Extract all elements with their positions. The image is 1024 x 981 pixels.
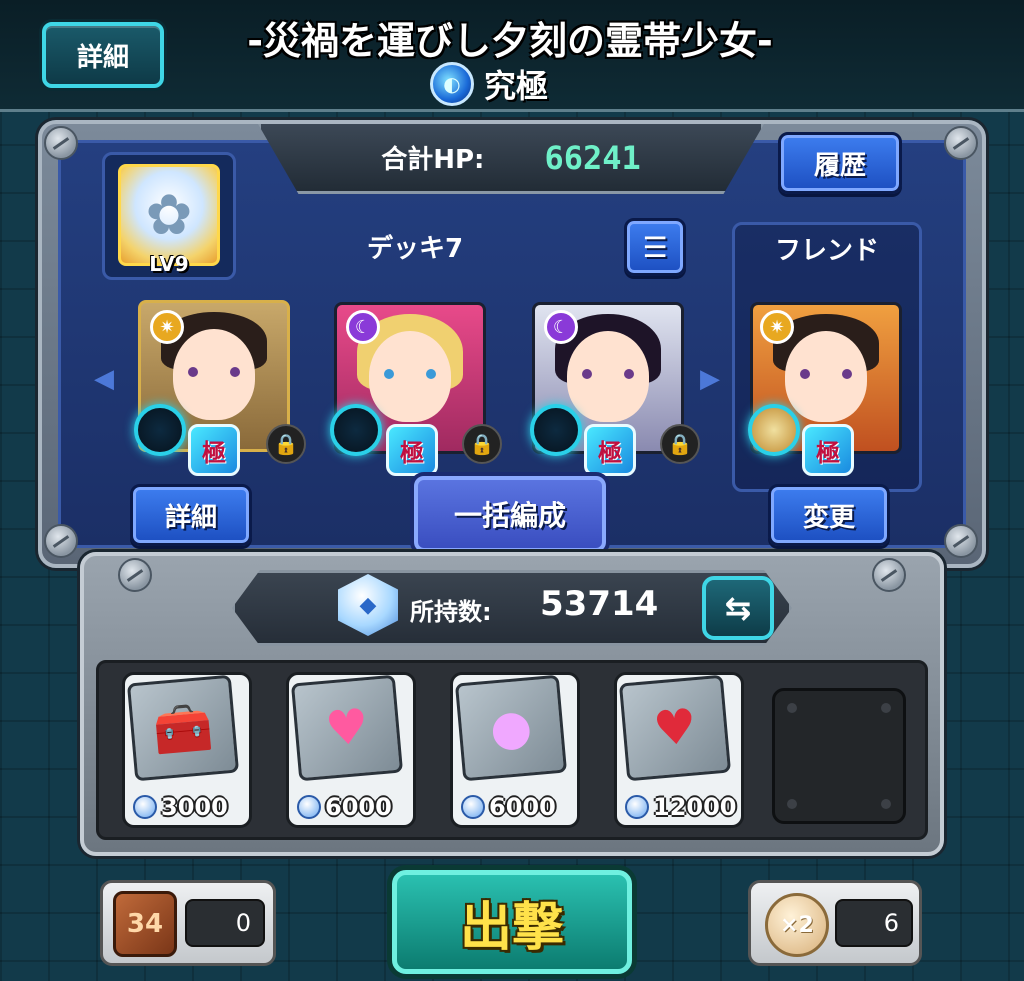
total-hp-bar: 合計HP: 66241 [258, 124, 764, 194]
total-hp-label: 合計HP: [381, 145, 485, 175]
arrow-right-icon[interactable]: ▶ [700, 364, 720, 394]
crystal-icon [297, 795, 321, 819]
item-slot-2[interactable]: ♥ 6000 [286, 672, 416, 828]
light-element-icon: ✷ [760, 310, 794, 344]
item-slot-1[interactable]: 🧰 3000 [122, 672, 252, 828]
screw-icon [44, 126, 78, 160]
dice-counter[interactable]: 34 0 [100, 880, 276, 966]
character-eyes [383, 369, 437, 381]
friend-change-button[interactable]: 変更 [768, 484, 890, 546]
crystal-icon [133, 795, 157, 819]
member-detail-button[interactable]: 詳細 [130, 484, 252, 546]
item-cost-value: 3000 [161, 793, 228, 821]
item-cost: 12000 [625, 791, 739, 823]
lock-icon: 🔒 [462, 424, 502, 464]
bulk-edit-button[interactable]: 一括編成 [414, 476, 606, 552]
quest-detail-button[interactable]: 詳細 [42, 22, 164, 88]
item-cost: 6000 [461, 791, 575, 823]
character-eyes [799, 369, 853, 381]
lock-icon: 🔒 [266, 424, 306, 464]
water-element-icon: ◐ [430, 62, 474, 106]
character-eyes [187, 367, 241, 379]
coin-icon: ×2 [765, 893, 829, 957]
screw-icon [44, 524, 78, 558]
character-eyes [581, 369, 635, 381]
sortie-button[interactable]: 出撃 [392, 870, 632, 974]
lock-icon: 🔒 [660, 424, 700, 464]
kiwame-badge: 極 [802, 424, 854, 476]
difficulty-label: 究極 [484, 67, 549, 105]
soul-orb-icon [530, 404, 582, 456]
strawberry-heart-icon: ♥ [618, 674, 732, 782]
dice-count: 0 [185, 899, 265, 947]
soul-orb-icon [134, 404, 186, 456]
swap-icon[interactable]: ⇆ [702, 576, 774, 640]
light-element-icon: ✷ [150, 310, 184, 344]
soul-orb-icon [330, 404, 382, 456]
heart-plus-icon: ♥ [290, 674, 404, 782]
dark-element-icon: ☾ [544, 310, 578, 344]
empty-item-slot [772, 688, 906, 824]
history-button[interactable]: 履歴 [778, 132, 902, 194]
glowing-orb-icon: ● [454, 674, 568, 782]
dice-icon: 34 [113, 891, 177, 957]
difficulty-indicator: ◐ 究極 [430, 62, 548, 106]
screw-icon [118, 558, 152, 592]
kiwame-badge: 極 [584, 424, 636, 476]
friend-label: フレンド [774, 236, 879, 266]
owned-value: 53714 [540, 584, 659, 624]
item-cost-value: 12000 [653, 793, 737, 821]
leader-avatar[interactable]: ✿ [118, 164, 220, 266]
treasure-chest-icon: 🧰 [126, 674, 240, 782]
item-cost-value: 6000 [325, 793, 392, 821]
quest-title: -災禍を運びし夕刻の霊帯少女- [247, 19, 773, 63]
crystal-icon [461, 795, 485, 819]
screw-icon [944, 524, 978, 558]
item-slot-3[interactable]: ● 6000 [450, 672, 580, 828]
dark-element-icon: ☾ [346, 310, 380, 344]
coin-count: 6 [835, 899, 913, 947]
item-cost: 6000 [297, 791, 411, 823]
lotus-orb-icon [748, 404, 800, 456]
crystal-icon [625, 795, 649, 819]
coin-counter[interactable]: ×2 6 [748, 880, 922, 966]
screw-icon [944, 126, 978, 160]
total-hp-value: 66241 [544, 138, 641, 177]
leader-level: LV9 [149, 252, 189, 276]
list-icon[interactable]: ☰ [624, 218, 686, 276]
screw-icon [872, 558, 906, 592]
kiwame-badge: 極 [386, 424, 438, 476]
arrow-left-icon[interactable]: ◀ [94, 364, 114, 394]
kiwame-badge: 極 [188, 424, 240, 476]
item-cost-value: 6000 [489, 793, 556, 821]
deck-name: デッキ7 [366, 234, 464, 264]
owned-label: 所持数: [410, 598, 492, 626]
item-cost: 3000 [133, 791, 247, 823]
item-slot-4[interactable]: ♥ 12000 [614, 672, 744, 828]
